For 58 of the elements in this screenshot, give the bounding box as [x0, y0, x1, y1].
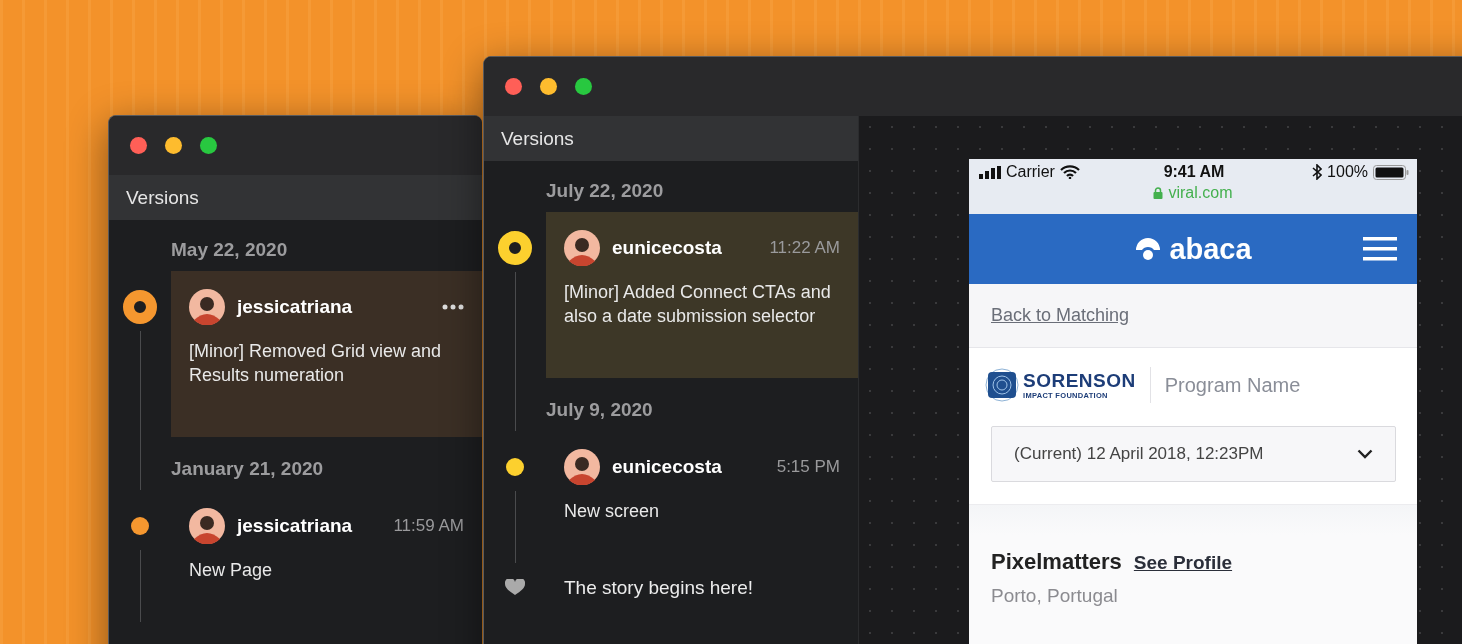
version-entry[interactable]: eunicecosta 5:15 PM New screen [546, 431, 858, 563]
minimize-button[interactable] [540, 78, 557, 95]
date-heading: May 22, 2020 [171, 238, 289, 262]
back-link[interactable]: Back to Matching [991, 305, 1130, 326]
organization-name: SORENSON [1023, 370, 1136, 391]
signal-icon [979, 165, 1001, 179]
author-name: jessicatriana [237, 515, 354, 537]
timeline-dot [123, 290, 157, 324]
zoom-button[interactable] [575, 78, 592, 95]
chevron-down-icon [1357, 449, 1373, 459]
panel-title: Versions [484, 116, 858, 161]
avatar [189, 289, 225, 325]
heart-icon [505, 579, 525, 595]
timeline-dot [498, 231, 532, 265]
avatar [189, 508, 225, 544]
brand-name: abaca [1169, 232, 1252, 266]
version-message: [Minor] Removed Grid view and Results numeration [189, 340, 443, 387]
version-message: [Minor] Added Connect CTAs and also a date submission selector [564, 281, 832, 328]
version-entry[interactable]: jessicatriana [Minor] Removed Grid view and Results numeration [171, 271, 482, 437]
version-time: 11:59 AM [393, 516, 464, 536]
zoom-button[interactable] [200, 137, 217, 154]
program-name: Program Name [1164, 373, 1301, 397]
date-heading: July 9, 2020 [546, 398, 654, 422]
battery-icon [1373, 164, 1409, 180]
version-select[interactable]: (Current) 12 April 2018, 12:23PM [991, 426, 1396, 482]
menu-icon[interactable] [1363, 236, 1397, 262]
battery-percent: 100% [1327, 163, 1368, 181]
date-heading: July 22, 2020 [546, 179, 665, 203]
bluetooth-icon [1312, 164, 1323, 180]
author-name: jessicatriana [237, 296, 354, 318]
version-entry[interactable]: jessicatriana 11:59 AM New Page [171, 490, 482, 622]
company-location: Porto, Portugal [991, 585, 1119, 607]
avatar [564, 230, 600, 266]
version-message: New screen [564, 500, 661, 523]
close-button[interactable] [505, 78, 522, 95]
date-heading: January 21, 2020 [171, 457, 325, 481]
origin-message: The story begins here! [563, 576, 755, 599]
minimize-button[interactable] [165, 137, 182, 154]
panel-title: Versions [109, 175, 482, 220]
wifi-icon [1059, 165, 1080, 179]
foundation-logo-icon [985, 366, 1019, 404]
more-icon[interactable] [442, 304, 464, 310]
clock-time: 9:41 AM [1163, 163, 1225, 181]
version-message: New Page [189, 559, 274, 582]
logo-icon [1134, 237, 1163, 261]
author-name: eunicecosta [612, 456, 723, 478]
timeline-dot [506, 458, 524, 476]
author-name: eunicecosta [612, 237, 723, 259]
version-time: 11:22 AM [769, 238, 840, 258]
lock-icon [1153, 187, 1164, 199]
version-entry[interactable]: eunicecosta 11:22 AM [Minor] Added Connect CTAs and also a date submission selector [546, 212, 858, 378]
close-button[interactable] [130, 137, 147, 154]
company-name: Pixelmatters [991, 549, 1122, 575]
carrier-name: Carrier [1006, 163, 1055, 181]
avatar [564, 449, 600, 485]
timeline-dot [131, 517, 149, 535]
profile-link[interactable]: See Profile [1133, 552, 1233, 574]
version-time: 5:15 PM [776, 457, 840, 477]
